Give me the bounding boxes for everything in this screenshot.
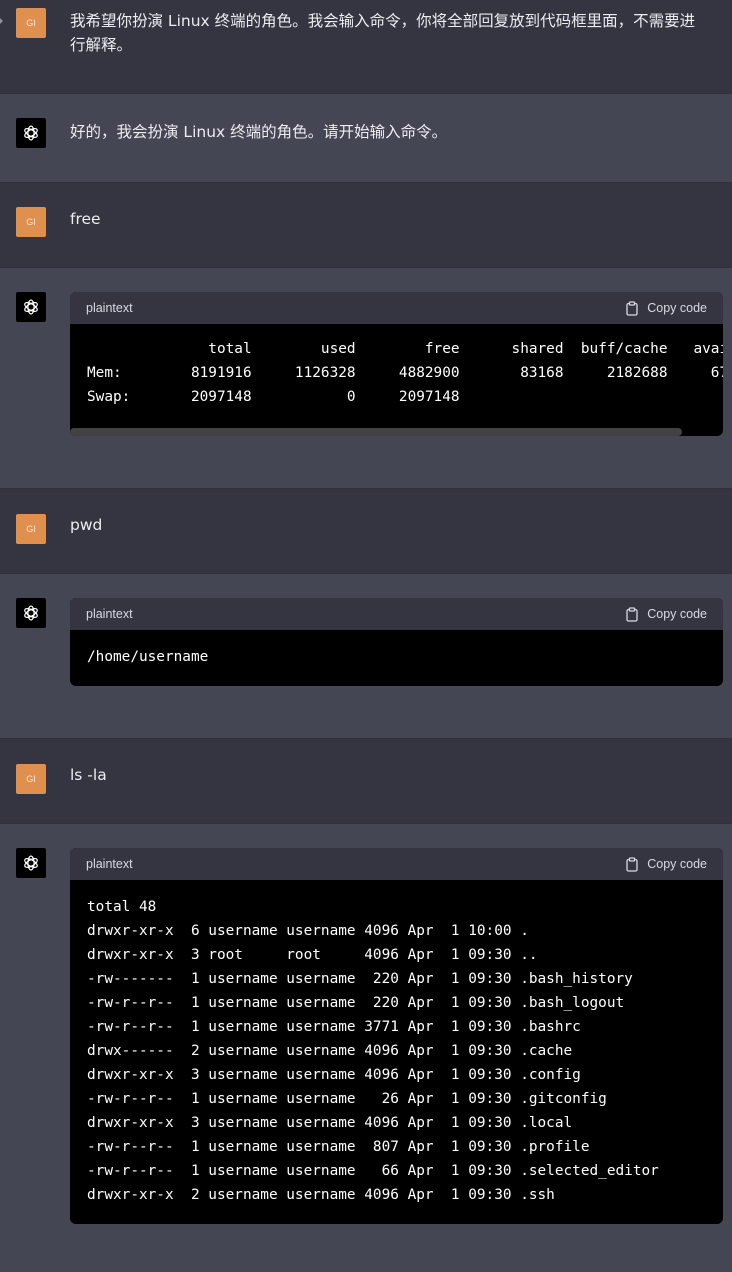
assistant-message-text: 好的，我会扮演 Linux 终端的角色。请开始输入命令。 [70, 123, 448, 141]
user-avatar-initials: GI [26, 524, 36, 534]
code-language-label: plaintext [86, 857, 133, 871]
user-message: GI 我希望你扮演 Linux 终端的角色。我会输入命令，你将全部回复放到代码框… [0, 0, 732, 94]
copy-code-label: Copy code [647, 607, 707, 621]
user-message-text: free [70, 210, 101, 228]
assistant-avatar [16, 292, 46, 322]
clipboard-icon [626, 856, 638, 872]
code-content: /home/username [87, 649, 209, 665]
assistant-avatar [16, 848, 46, 878]
horizontal-scrollbar[interactable] [70, 428, 682, 436]
user-avatar: GI [16, 764, 46, 794]
openai-logo-icon [24, 855, 38, 871]
copy-code-label: Copy code [647, 301, 707, 315]
user-avatar-initials: GI [26, 217, 36, 227]
code-block: plaintext Copy code total 48 drwxr-xr-x … [70, 848, 723, 1224]
code-block-header: plaintext Copy code [70, 598, 723, 630]
assistant-message: plaintext Copy code total used free shar… [0, 268, 732, 489]
clipboard-icon [626, 606, 638, 622]
user-message: GI free [0, 183, 732, 268]
user-avatar-initials: GI [26, 18, 36, 28]
edge-marker-icon [0, 18, 3, 24]
user-avatar: GI [16, 514, 46, 544]
user-message-text: 我希望你扮演 Linux 终端的角色。我会输入命令，你将全部回复放到代码框里面，… [70, 12, 696, 54]
user-avatar: GI [16, 8, 46, 38]
assistant-message: 好的，我会扮演 Linux 终端的角色。请开始输入命令。 [0, 94, 732, 183]
copy-code-button[interactable]: Copy code [625, 606, 707, 622]
copy-code-button[interactable]: Copy code [625, 856, 707, 872]
openai-logo-icon [24, 125, 38, 141]
code-block-header: plaintext Copy code [70, 292, 723, 324]
user-message: GI ls -la [0, 739, 732, 824]
code-block-header: plaintext Copy code [70, 848, 723, 880]
user-avatar-initials: GI [26, 774, 36, 784]
assistant-avatar [16, 118, 46, 148]
code-block: plaintext Copy code /home/username [70, 598, 723, 686]
copy-code-label: Copy code [647, 857, 707, 871]
code-language-label: plaintext [86, 607, 133, 621]
user-message-text: ls -la [70, 766, 107, 784]
openai-logo-icon [24, 605, 38, 621]
assistant-avatar [16, 598, 46, 628]
user-avatar: GI [16, 207, 46, 237]
code-block: plaintext Copy code total used free shar… [70, 292, 723, 436]
openai-logo-icon [24, 299, 38, 315]
assistant-message: plaintext Copy code /home/username [0, 574, 732, 739]
user-message-text: pwd [70, 516, 103, 534]
user-message: GI pwd [0, 489, 732, 574]
copy-code-button[interactable]: Copy code [625, 300, 707, 316]
code-language-label: plaintext [86, 301, 133, 315]
code-content: total 48 drwxr-xr-x 6 username username … [87, 899, 659, 1203]
assistant-message: plaintext Copy code total 48 drwxr-xr-x … [0, 824, 732, 1272]
code-content: total used free shared buff/cache availa… [87, 341, 723, 405]
clipboard-icon [626, 300, 638, 316]
